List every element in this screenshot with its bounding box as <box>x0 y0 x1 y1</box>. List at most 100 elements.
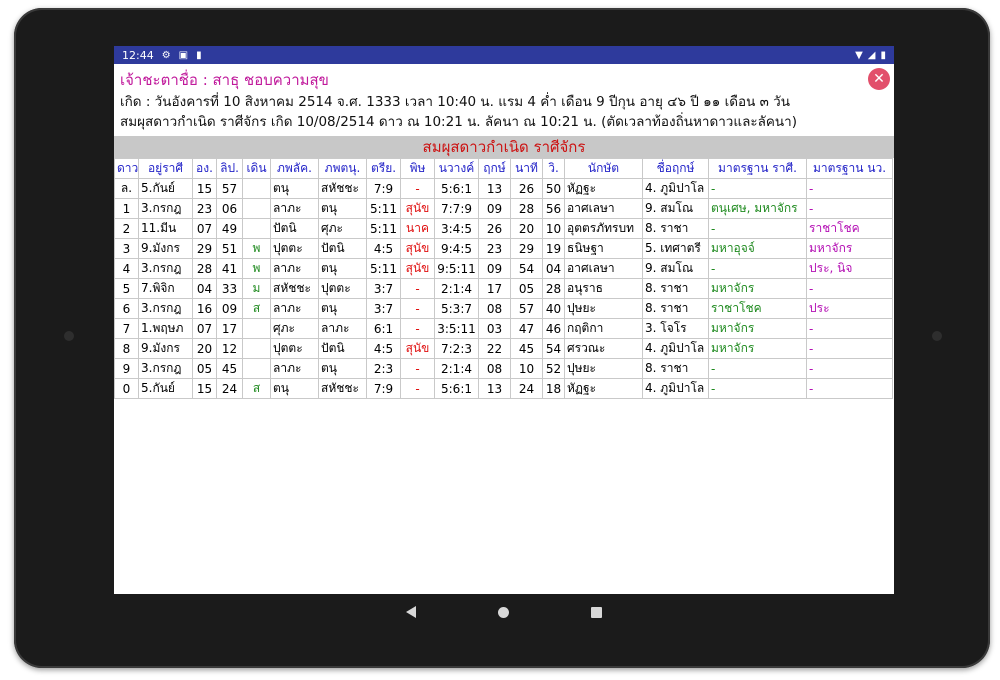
table-cell: - <box>708 218 807 239</box>
table-cell: 5 <box>114 278 139 299</box>
table-cell: 26 <box>510 178 543 199</box>
table-cell <box>242 338 271 359</box>
table-cell: 17 <box>216 318 243 339</box>
signal-icon: ◢ <box>867 49 876 61</box>
table-cell: 0 <box>114 378 139 399</box>
table-cell: 29 <box>192 238 217 259</box>
table-cell: 2:3 <box>366 358 401 379</box>
table-cell: อาศเลษา <box>564 258 643 279</box>
table-cell: สุนัข <box>400 258 435 279</box>
column-header: ลิป. <box>216 158 243 179</box>
home-icon[interactable] <box>498 606 509 618</box>
table-cell: นาค <box>400 218 435 239</box>
table-cell: ตนุ <box>318 258 367 279</box>
table-cell: 28 <box>510 198 543 219</box>
table-cell: 15 <box>192 178 217 199</box>
recent-apps-icon[interactable] <box>591 606 602 618</box>
column-header: อยู่ราศี <box>138 158 193 179</box>
close-button[interactable]: ✕ <box>868 68 890 90</box>
column-header: เดิน <box>242 158 271 179</box>
table-cell: สุนัข <box>400 198 435 219</box>
table-cell: ลาภะ <box>270 358 319 379</box>
table-cell: สหัชชะ <box>318 378 367 399</box>
table-cell: ลาภะ <box>270 198 319 219</box>
table-cell: ศุภะ <box>318 218 367 239</box>
table-cell: 7.พิจิก <box>138 278 193 299</box>
column-header: ภพตนุ. <box>318 158 367 179</box>
table-cell: ปุตตะ <box>270 338 319 359</box>
table-cell: 2:1:4 <box>434 358 479 379</box>
table-cell: ตนุ <box>318 198 367 219</box>
gear-icon: ⚙ <box>161 49 171 61</box>
wifi-icon: ▼ <box>855 49 863 61</box>
table-cell: 3 <box>114 238 139 259</box>
table-row: 3 9.มังกร 29 51 พปุตตะ ปัตนิ 4:5 สุนัข 9:4:5 23 29… <box>114 238 893 259</box>
table-cell: 05 <box>510 278 543 299</box>
table-cell: มหาจักร <box>708 318 807 339</box>
table-cell: 1.พฤษภ <box>138 318 193 339</box>
table-row: 1 3.กรกฎ 23 06 ลาภะ ตนุ 5:11 สุนัข 7:7:9 09 28 56 อา… <box>114 198 893 219</box>
status-bar: 12:44 ⚙ ▣ ▮ ▼ ◢ ▮ <box>114 46 894 64</box>
table-cell: - <box>708 358 807 379</box>
table-cell: 51 <box>216 238 243 259</box>
back-icon[interactable] <box>406 606 416 618</box>
table-cell: สุนัข <box>400 238 435 259</box>
table-cell: 13 <box>478 178 511 199</box>
table-row: 0 5.กันย์ 15 24 สตนุ สหัชชะ 7:9-5:6:1 13 24 18 หัฏ… <box>114 378 893 399</box>
table-cell: 4:5 <box>366 338 401 359</box>
column-header: วิ. <box>542 158 565 179</box>
horoscope-info: สมผุสดาวกำเนิด ราศีจักร เกิด 10/08/2514 … <box>120 114 797 130</box>
table-cell: มหาจักร <box>806 238 893 259</box>
table-cell: 09 <box>478 198 511 219</box>
table-cell: 7:9 <box>366 378 401 399</box>
table-cell: หัฏฐะ <box>564 378 643 399</box>
table-cell: - <box>806 178 893 199</box>
battery-icon: ▮ <box>880 49 886 61</box>
table-cell: 7 <box>114 318 139 339</box>
column-header: ชื่อฤกษ์ <box>642 158 709 179</box>
tablet-camera-left <box>64 331 74 341</box>
table-cell: 3:5:11 <box>434 318 479 339</box>
table-body: ล. 5.กันย์ 15 57 ตนุ สหัชชะ 7:9-5:6:1 13 26 50 หัฏ… <box>114 178 893 399</box>
table-cell: - <box>400 178 435 199</box>
table-cell: 50 <box>542 178 565 199</box>
table-cell: 4:5 <box>366 238 401 259</box>
table-cell: ตนุเศษ, มหาจักร <box>708 198 807 219</box>
table-cell: 5:6:1 <box>434 178 479 199</box>
table-cell: 5.กันย์ <box>138 378 193 399</box>
table-row: 6 3.กรกฎ 16 09 สลาภะ ตนุ 3:7-5:3:7 08 57 40 ปุษยะ 8… <box>114 298 893 319</box>
status-time: 12:44 <box>122 48 154 62</box>
table-cell: 5.กันย์ <box>138 178 193 199</box>
table-cell <box>242 218 271 239</box>
table-cell: - <box>806 318 893 339</box>
table-cell: 04 <box>192 278 217 299</box>
table-cell: 3.กรกฎ <box>138 258 193 279</box>
table-cell: 23 <box>478 238 511 259</box>
table-row: 8 9.มังกร 20 12 ปุตตะ ปัตนิ 4:5 สุนัข 7:2:3 22 45 5… <box>114 338 893 359</box>
column-header: นาที <box>510 158 543 179</box>
table-cell: 07 <box>192 318 217 339</box>
table-cell: 18 <box>542 378 565 399</box>
table-cell: 8. ราชา <box>642 298 709 319</box>
table-cell: ส <box>242 298 271 319</box>
table-cell: 46 <box>542 318 565 339</box>
sd-card-icon: ▮ <box>196 49 202 61</box>
table-cell: 05 <box>192 358 217 379</box>
table-cell: 06 <box>216 198 243 219</box>
table-cell <box>242 198 271 219</box>
table-cell: 04 <box>542 258 565 279</box>
table-cell: อุตตรภัทรบท <box>564 218 643 239</box>
table-cell: 4 <box>114 258 139 279</box>
table-cell: 5:11 <box>366 258 401 279</box>
table-cell: 08 <box>478 298 511 319</box>
table-cell: 3:7 <box>366 278 401 299</box>
table-cell: ลาภะ <box>270 258 319 279</box>
table-cell: 2 <box>114 218 139 239</box>
table-cell: ตนุ <box>270 378 319 399</box>
table-cell: อนุราธ <box>564 278 643 299</box>
table-cell: 54 <box>510 258 543 279</box>
table-cell: ปุตตะ <box>318 278 367 299</box>
column-header: อง. <box>192 158 217 179</box>
table-cell: พ <box>242 258 271 279</box>
table-cell: 8 <box>114 338 139 359</box>
